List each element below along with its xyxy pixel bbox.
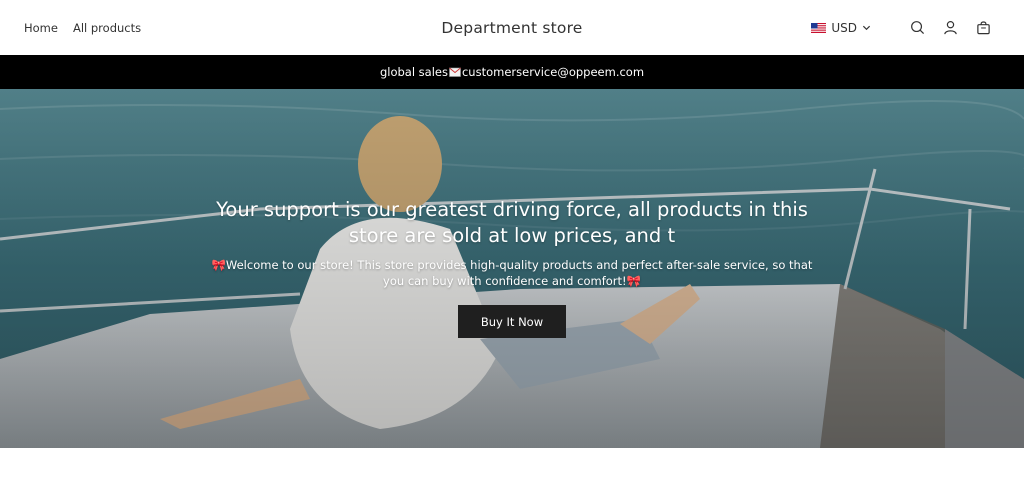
site-header: Home All products Department store USD: [0, 0, 1024, 55]
cart-icon: [976, 21, 990, 35]
page-content-area: [0, 448, 1024, 493]
hero-subtitle: 🎀Welcome to our store! This store provid…: [211, 258, 813, 288]
announcement-email[interactable]: customerservice@oppeem.com: [462, 65, 644, 79]
header-tools: USD: [811, 0, 992, 55]
hero-title: Your support is our greatest driving for…: [216, 198, 808, 247]
search-button[interactable]: [908, 19, 926, 37]
announcement-bar: global sales customerservice@oppeem.com: [0, 55, 1024, 89]
account-icon: [943, 20, 957, 35]
account-button[interactable]: [941, 19, 959, 37]
mail-icon: [449, 67, 461, 77]
brand-name[interactable]: Department store: [441, 19, 582, 37]
us-flag-icon: [811, 22, 827, 33]
currency-label: USD: [831, 20, 857, 35]
nav-home-link[interactable]: Home: [24, 21, 58, 35]
chevron-down-icon: [862, 25, 871, 31]
cart-button[interactable]: [974, 19, 992, 37]
buy-it-now-button[interactable]: Buy It Now: [458, 305, 566, 338]
main-nav: Home All products: [24, 0, 141, 55]
nav-all-products-link[interactable]: All products: [73, 21, 141, 35]
search-icon: [910, 21, 924, 35]
hero-banner: Your support is our greatest driving for…: [0, 89, 1024, 448]
announcement-prefix: global sales: [379, 65, 448, 79]
hero-content: Your support is our greatest driving for…: [0, 197, 1024, 289]
currency-selector[interactable]: USD: [811, 21, 871, 35]
